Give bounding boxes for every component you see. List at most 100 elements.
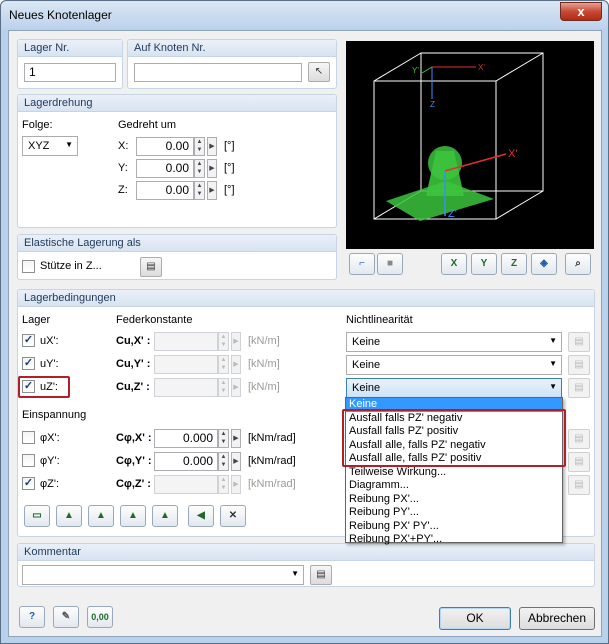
cancel-button[interactable]: Abbrechen (519, 607, 595, 630)
view-zoom-button[interactable]: ⌕ (565, 253, 591, 275)
cphiz-unit: [kNm/rad] (248, 478, 296, 490)
nl-phiz-edit-button[interactable]: ▤ (568, 475, 590, 495)
lager-col-label: Lager (22, 314, 51, 326)
cux-spinner[interactable]: ▲ ▼ (218, 332, 229, 351)
preview-3d-canvas[interactable]: X' Z' X' Z Y' (346, 41, 594, 249)
rot-x-input[interactable]: 0.00 (136, 137, 194, 156)
support-free-icon: ▭ (32, 510, 42, 521)
support-hinged-button[interactable]: ▲ (56, 505, 82, 527)
chevron-down-icon: ▼ (549, 382, 557, 391)
dropdown-option[interactable]: Diagramm... (346, 479, 562, 493)
cuy-input[interactable] (154, 355, 218, 374)
rot-x-spinner[interactable]: ▲ ▼ (194, 137, 205, 156)
uy-checkbox[interactable]: ✓ (22, 357, 35, 370)
rot-y-arrow[interactable]: ▶ (207, 159, 217, 178)
feder-col-label: Federkonstante (116, 314, 193, 326)
support-none-button[interactable]: ✕ (220, 505, 246, 527)
lager-nr-label: Lager Nr. (18, 40, 122, 57)
gedreht-label: Gedreht um (118, 119, 177, 131)
view-render-button[interactable]: ■ (377, 253, 403, 275)
lager-nr-input[interactable]: 1 (24, 63, 116, 82)
nl-ux-value: Keine (352, 336, 381, 348)
cphix-input[interactable]: 0.000 (154, 429, 218, 448)
view-x-button[interactable]: X (441, 253, 467, 275)
ux-checkbox[interactable]: ✓ (22, 334, 35, 347)
rot-x-arrow[interactable]: ▶ (207, 137, 217, 156)
view-y-button[interactable]: Y (471, 253, 497, 275)
rot-y-input[interactable]: 0.00 (136, 159, 194, 178)
support-roller-x-button[interactable]: ▲ (120, 505, 146, 527)
magnifier-icon: ⌕ (575, 258, 581, 269)
folge-select[interactable]: XYZ ▼ (22, 136, 78, 156)
cuy-arrow[interactable]: ▶ (231, 355, 241, 374)
edit-notes-button[interactable]: ✎ (53, 606, 79, 628)
cuz-arrow[interactable]: ▶ (231, 378, 241, 397)
view-iso-button[interactable]: ◈ (531, 253, 557, 275)
phiy-checkbox[interactable] (22, 454, 35, 467)
ok-button[interactable]: OK (439, 607, 511, 630)
cuz-spinner[interactable]: ▲ ▼ (218, 378, 229, 397)
close-button[interactable]: x (560, 2, 602, 21)
phix-checkbox[interactable] (22, 431, 35, 444)
cphiz-arrow[interactable]: ▶ (231, 475, 241, 494)
nl-uy-select[interactable]: Keine ▼ (346, 355, 562, 375)
auf-knoten-input[interactable] (134, 63, 302, 82)
cphiy-spinner[interactable]: ▲ ▼ (218, 452, 229, 471)
dropdown-option[interactable]: Reibung PX'... (346, 493, 562, 507)
stuetze-label: Stütze in Z... (40, 260, 102, 272)
kommentar-header: Kommentar (18, 544, 594, 561)
nl-uz-select[interactable]: Keine ▼ (346, 378, 562, 398)
axis-x-top-label: X' (478, 63, 485, 72)
cux-input[interactable] (154, 332, 218, 351)
kommentar-edit-button[interactable]: ▤ (310, 565, 332, 585)
uz-highlight-box (18, 376, 70, 398)
cuy-spinner[interactable]: ▲ ▼ (218, 355, 229, 374)
dropdown-option[interactable]: Reibung PX' PY'... (346, 520, 562, 534)
cphiz-spinner[interactable]: ▲ ▼ (218, 475, 229, 494)
stuetze-checkbox[interactable] (22, 260, 35, 273)
nl-uy-edit-button[interactable]: ▤ (568, 355, 590, 375)
nl-phiy-edit-button[interactable]: ▤ (568, 452, 590, 472)
cphix-arrow[interactable]: ▶ (231, 429, 241, 448)
pick-node-button[interactable]: ↖ (308, 62, 330, 82)
rot-z-input[interactable]: 0.00 (136, 181, 194, 200)
group-kommentar: Kommentar ▼ ▤ (17, 543, 595, 587)
support-fixed-button[interactable]: ▲ (88, 505, 114, 527)
axis-corner-icon: ⌐ (359, 258, 365, 269)
cuz-input[interactable] (154, 378, 218, 397)
nl-ux-edit-button[interactable]: ▤ (568, 332, 590, 352)
rot-y-spinner[interactable]: ▲ ▼ (194, 159, 205, 178)
axis-z-top-label: Z (430, 100, 435, 109)
window-title: Neues Knotenlager (9, 8, 112, 22)
support-roller-y-button[interactable]: ▲ (152, 505, 178, 527)
view-z-button[interactable]: Z (501, 253, 527, 275)
cux-arrow[interactable]: ▶ (231, 332, 241, 351)
cphix-spinner[interactable]: ▲ ▼ (218, 429, 229, 448)
kommentar-input[interactable]: ▼ (22, 565, 304, 585)
dropdown-option[interactable]: Reibung PX'+PY'... (346, 533, 562, 547)
nl-phix-edit-button[interactable]: ▤ (568, 429, 590, 449)
cphiy-arrow[interactable]: ▶ (231, 452, 241, 471)
calculator-button[interactable]: 0,00 (87, 606, 113, 628)
title-bar[interactable]: Neues Knotenlager x (1, 1, 608, 29)
cphiy-unit: [kNm/rad] (248, 455, 296, 467)
support-wall-button[interactable]: ◀ (188, 505, 214, 527)
group-lager-nr: Lager Nr. 1 (17, 39, 123, 89)
dropdown-option[interactable]: Teilweise Wirkung... (346, 466, 562, 480)
help-icon: ? (28, 611, 36, 622)
stuetze-edit-button[interactable]: ▤ (140, 257, 162, 277)
nl-ux-select[interactable]: Keine ▼ (346, 332, 562, 352)
dropdown-option[interactable]: Reibung PY'... (346, 506, 562, 520)
help-button[interactable]: ? (19, 606, 45, 628)
rot-z-arrow[interactable]: ▶ (207, 181, 217, 200)
axis-y-top-label: Y' (412, 66, 419, 75)
cphiy-input[interactable]: 0.000 (154, 452, 218, 471)
cphiz-input[interactable] (154, 475, 218, 494)
view-coordinate-button[interactable]: ⌐ (349, 253, 375, 275)
support-free-button[interactable]: ▭ (24, 505, 50, 527)
dialog-window: Neues Knotenlager x Lager Nr. 1 Auf Knot… (0, 0, 609, 644)
rot-y-label: Y: (118, 162, 128, 174)
rot-z-spinner[interactable]: ▲ ▼ (194, 181, 205, 200)
phiz-checkbox[interactable]: ✓ (22, 477, 35, 490)
nl-uz-edit-button[interactable]: ▤ (568, 378, 590, 398)
